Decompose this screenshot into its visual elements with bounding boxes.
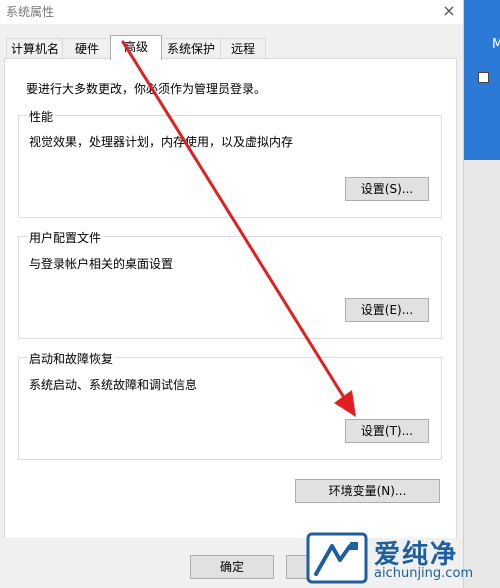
startup-recovery-settings-button[interactable]: 设置(T)... bbox=[345, 419, 429, 443]
user-profiles-description: 与登录帐户相关的桌面设置 bbox=[29, 257, 174, 271]
background-window-body bbox=[464, 160, 500, 588]
window-title: 系统属性 bbox=[6, 5, 55, 19]
performance-settings-button[interactable]: 设置(S)... bbox=[345, 177, 429, 201]
background-window: M bbox=[463, 0, 500, 588]
tab-system-protection[interactable]: 系统保护 bbox=[160, 38, 222, 59]
performance-label: 性能 bbox=[27, 108, 56, 125]
tab-remote[interactable]: 远程 bbox=[220, 38, 266, 59]
background-window-letter: M bbox=[492, 37, 500, 52]
admin-notice: 要进行大多数更改，你必须作为管理员登录。 bbox=[26, 82, 267, 96]
tab-computer-name[interactable]: 计算机名 bbox=[6, 38, 64, 59]
tab-advanced[interactable]: 高级 bbox=[110, 35, 162, 60]
title-bar[interactable]: 系统属性 × bbox=[0, 0, 463, 24]
user-profiles-settings-button[interactable]: 设置(E)... bbox=[345, 298, 429, 322]
user-profiles-label: 用户配置文件 bbox=[27, 229, 104, 246]
startup-recovery-group: 启动和故障恢复 系统启动、系统故障和调试信息 设置(T)... bbox=[18, 350, 442, 460]
performance-description: 视觉效果，处理器计划，内存使用，以及虚拟内存 bbox=[29, 135, 294, 149]
watermark-url: aichunjing.com bbox=[374, 566, 474, 581]
user-profiles-group: 用户配置文件 与登录帐户相关的桌面设置 设置(E)... bbox=[18, 229, 442, 339]
background-checkbox[interactable] bbox=[478, 72, 489, 83]
system-properties-dialog: 系统属性 × 计算机名 硬件 高级 系统保护 远程 要进行大多数更改，你必须作为… bbox=[0, 0, 463, 588]
environment-variables-button[interactable]: 环境变量(N)... bbox=[295, 479, 440, 503]
watermark: 爱纯净 aichunjing.com bbox=[300, 528, 500, 588]
tab-hardware[interactable]: 硬件 bbox=[62, 38, 112, 59]
startup-recovery-label: 启动和故障恢复 bbox=[27, 350, 116, 367]
startup-recovery-description: 系统启动、系统故障和调试信息 bbox=[29, 378, 198, 392]
ok-button[interactable]: 确定 bbox=[190, 555, 274, 579]
performance-group: 性能 视觉效果，处理器计划，内存使用，以及虚拟内存 设置(S)... bbox=[18, 108, 442, 218]
watermark-logo-icon bbox=[306, 532, 368, 584]
close-icon[interactable]: × bbox=[435, 0, 463, 24]
